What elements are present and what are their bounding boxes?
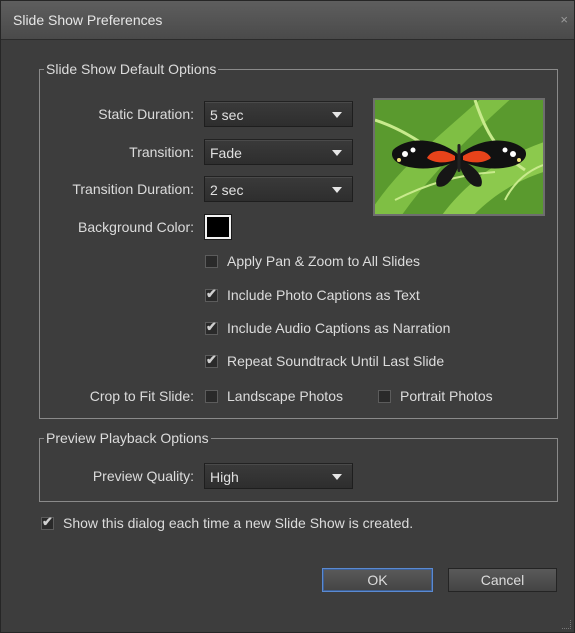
transition-duration-dropdown[interactable]: 2 sec [204,176,353,202]
chevron-down-icon [332,150,342,156]
audio-captions-checkbox[interactable]: ✔ [205,319,218,335]
landscape-photos-checkbox[interactable] [205,390,218,403]
static-duration-dropdown[interactable]: 5 sec [204,101,353,127]
background-color-swatch[interactable] [204,214,232,240]
preview-quality-label: Preview Quality: [92,468,194,484]
butterfly-photo [375,100,543,214]
resize-grip[interactable] [562,620,571,629]
pan-zoom-label: Apply Pan & Zoom to All Slides [227,253,420,269]
preview-playback-legend: Preview Playback Options [46,430,209,446]
show-dialog-checkbox[interactable]: ✔ [41,514,54,530]
landscape-photos-label: Landscape Photos [227,388,343,404]
default-options-legend: Slide Show Default Options [46,61,217,77]
close-icon[interactable]: × [560,12,568,27]
show-dialog-label: Show this dialog each time a new Slide S… [63,515,414,531]
crop-to-fit-label: Crop to Fit Slide: [89,388,194,404]
dialog-title: Slide Show Preferences [13,12,163,28]
preview-quality-dropdown[interactable]: High [204,463,353,489]
checkmark-icon: ✔ [42,514,53,529]
slide-show-preferences-dialog: Slide Show Preferences × Slide Show Defa… [0,0,575,633]
transition-value: Fade [210,145,242,161]
background-color-label: Background Color: [78,219,194,235]
repeat-soundtrack-checkbox[interactable]: ✔ [205,352,218,368]
chevron-down-icon [332,187,342,193]
transition-duration-value: 2 sec [210,182,244,198]
repeat-soundtrack-label: Repeat Soundtrack Until Last Slide [227,353,445,369]
slide-preview-thumbnail [373,98,545,216]
audio-captions-label: Include Audio Captions as Narration [227,320,451,336]
checkmark-icon: ✔ [206,286,217,301]
preview-quality-value: High [210,469,239,485]
checkmark-icon: ✔ [206,319,217,334]
chevron-down-icon [332,112,342,118]
portrait-photos-label: Portrait Photos [400,388,493,404]
title-bar[interactable]: Slide Show Preferences × [1,1,574,40]
checkmark-icon: ✔ [206,352,217,367]
photo-captions-label: Include Photo Captions as Text [227,287,420,303]
transition-duration-label: Transition Duration: [72,181,194,197]
ok-button[interactable]: OK [322,568,433,592]
chevron-down-icon [332,474,342,480]
static-duration-label: Static Duration: [98,106,194,122]
photo-captions-checkbox[interactable]: ✔ [205,286,218,302]
static-duration-value: 5 sec [210,107,244,123]
portrait-photos-checkbox[interactable] [378,390,391,403]
cancel-button[interactable]: Cancel [448,568,557,592]
transition-dropdown[interactable]: Fade [204,139,353,165]
pan-zoom-checkbox[interactable] [205,255,218,268]
transition-label: Transition: [129,144,194,160]
